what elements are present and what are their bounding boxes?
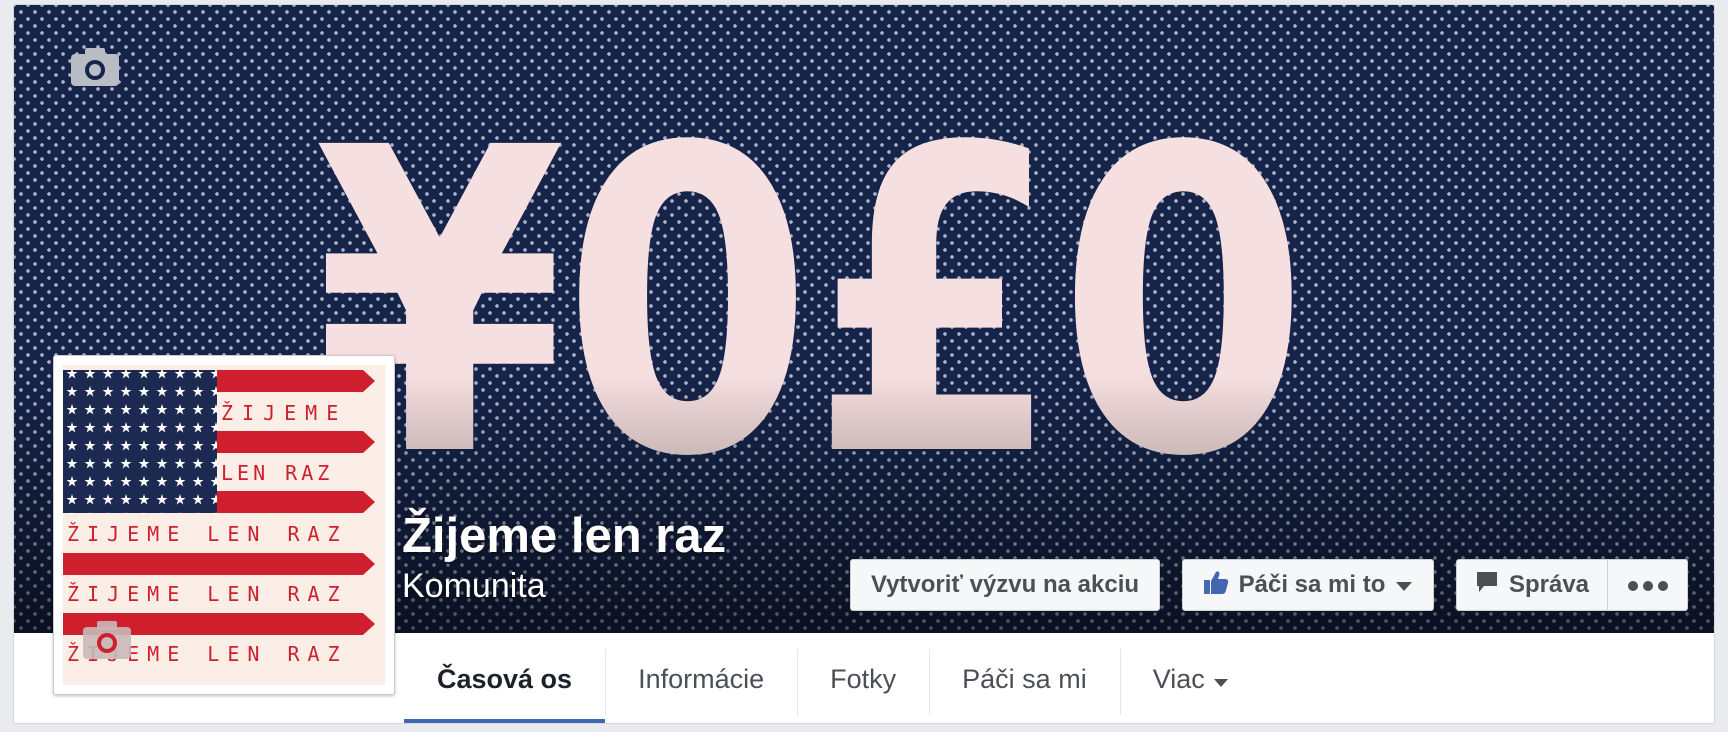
like-button-label: Páči sa mi to [1238, 571, 1386, 598]
create-call-to-action-label: Vytvoriť výzvu na akciu [870, 571, 1140, 598]
tab-label: Fotky [830, 663, 897, 694]
avatar-text-middle: LEN RAZ [221, 461, 333, 485]
tab-likes[interactable]: Páči sa mi [929, 633, 1120, 723]
message-button[interactable]: Správa [1456, 559, 1608, 611]
page-title: Žijeme len raz [402, 509, 727, 563]
avatar-text-row-2: ŽIJEME LEN RAZ [67, 582, 348, 606]
page-category[interactable]: Komunita [402, 567, 546, 606]
camera-icon[interactable] [70, 47, 120, 87]
page-header-card: ¥0£0 Žijeme len raz Komunita Vytvoriť vý… [13, 4, 1715, 724]
avatar-text-row-1: ŽIJEME LEN RAZ [67, 522, 348, 546]
camera-icon[interactable] [82, 620, 132, 660]
tab-label: Viac [1152, 663, 1205, 694]
message-button-label: Správa [1508, 571, 1590, 598]
ellipsis-icon [1627, 571, 1669, 599]
speech-bubble-icon [1475, 570, 1499, 601]
tab-label: Páči sa mi [962, 663, 1087, 694]
avatar-text-top: ŽIJEME [221, 401, 347, 425]
more-options-button[interactable] [1607, 559, 1688, 611]
tab-label: Informácie [638, 663, 765, 694]
tab-timeline[interactable]: Časová os [404, 633, 606, 723]
create-call-to-action-button[interactable]: Vytvoriť výzvu na akciu [850, 559, 1160, 611]
chevron-down-icon [1213, 664, 1229, 695]
like-button[interactable]: Páči sa mi to [1182, 559, 1434, 611]
chevron-down-icon [1395, 571, 1413, 599]
tab-more[interactable]: Viac [1119, 633, 1262, 723]
tab-photos[interactable]: Fotky [797, 633, 929, 723]
tab-label: Časová os [437, 663, 573, 694]
page-nav-tabs: Časová os Informácie Fotky Páči sa mi Vi… [404, 633, 1262, 723]
tab-about[interactable]: Informácie [605, 633, 797, 723]
thumbs-up-icon [1203, 569, 1229, 602]
